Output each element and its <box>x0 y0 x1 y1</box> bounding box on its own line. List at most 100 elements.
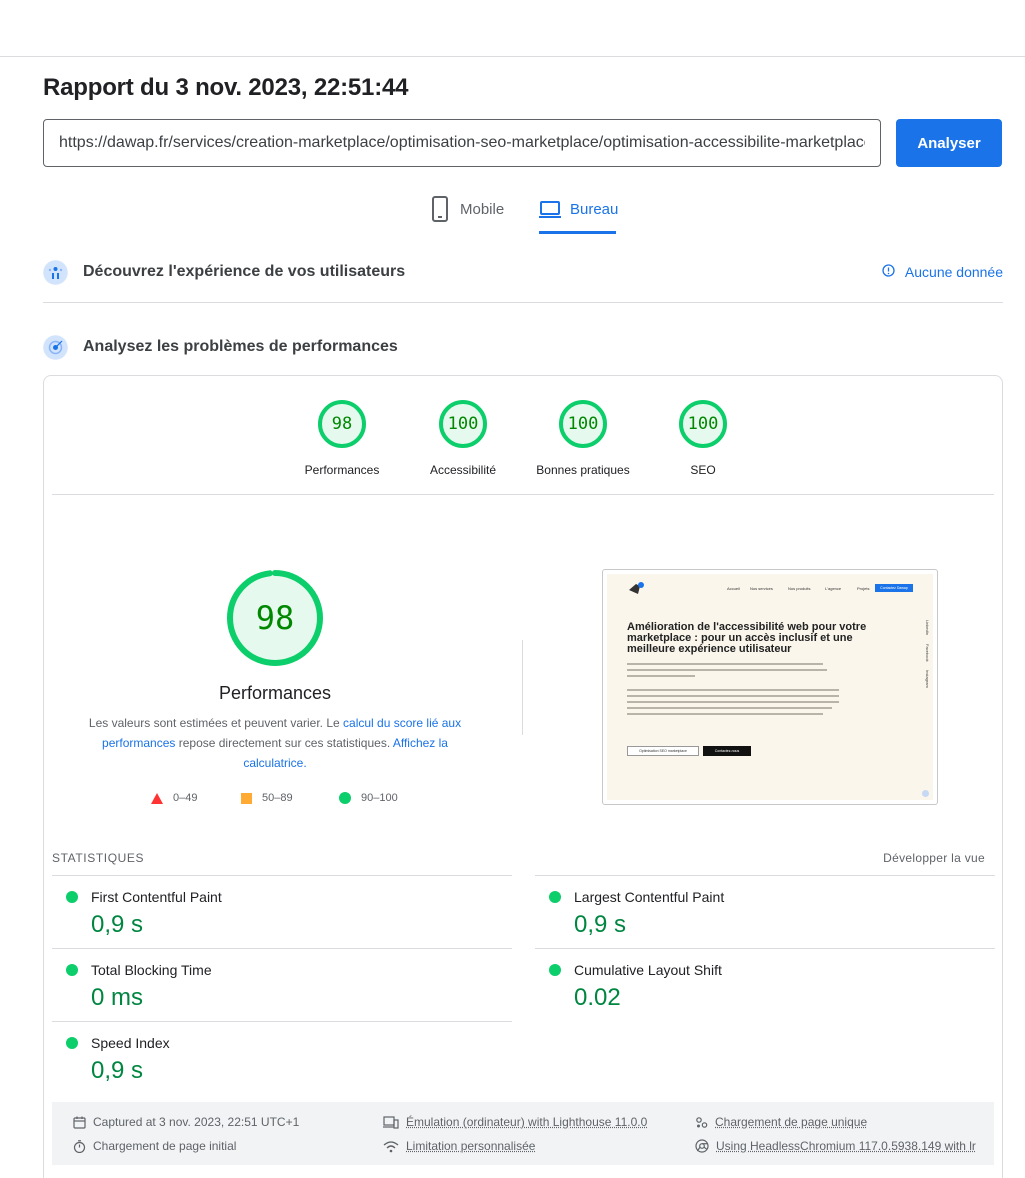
gauge-performance-label: Performances <box>282 463 402 477</box>
tab-mobile[interactable]: Mobile <box>429 196 504 234</box>
runtime-emulation[interactable]: Émulation (ordinateur) with Lighthouse 1… <box>383 1115 647 1129</box>
tab-desktop-label: Bureau <box>570 201 618 218</box>
legend-fail: 0–49 <box>151 792 197 804</box>
captured-label: Captured at 3 nov. 2023, 22:51 UTC+1 <box>93 1115 299 1129</box>
phone-icon <box>429 196 451 222</box>
gauge-seo[interactable]: 100 SEO <box>643 400 763 477</box>
browser-label: Using HeadlessChromium 117.0.5938.149 wi… <box>716 1139 976 1153</box>
legend-average-label: 50–89 <box>262 792 293 804</box>
divider <box>522 640 523 735</box>
legend-fail-label: 0–49 <box>173 792 197 804</box>
preview-text-line <box>627 675 695 677</box>
signal-icon <box>383 1140 399 1153</box>
square-icon <box>241 793 252 804</box>
metric-name: Largest Contentful Paint <box>574 889 724 905</box>
screenshot-page: Accueil Nos services Nos produits L'agen… <box>607 574 933 800</box>
runtime-single-load[interactable]: Chargement de page unique <box>695 1115 867 1129</box>
runtime-initial-load: Chargement de page initial <box>73 1139 236 1153</box>
legend-average: 50–89 <box>241 792 293 804</box>
runtime-captured: Captured at 3 nov. 2023, 22:51 UTC+1 <box>73 1115 299 1129</box>
timer-icon <box>73 1140 86 1153</box>
metric-lcp: Largest Contentful Paint 0,9 s <box>535 875 995 948</box>
pass-icon <box>66 964 78 976</box>
preview-nav-item: Accueil <box>727 586 740 591</box>
preview-social-link: Instagram <box>925 670 930 688</box>
pass-icon <box>66 1037 78 1049</box>
metric-name: Cumulative Layout Shift <box>574 962 722 978</box>
metric-name: Total Blocking Time <box>91 962 212 978</box>
url-input[interactable] <box>43 119 881 167</box>
gauge-accessibility-label: Accessibilité <box>403 463 523 477</box>
legend-pass-label: 90–100 <box>361 792 398 804</box>
final-screenshot[interactable]: Accueil Nos services Nos produits L'agen… <box>602 569 938 805</box>
diagnose-title: Analysez les problèmes de performances <box>83 338 398 356</box>
experience-section-header[interactable]: Découvrez l'expérience de vos utilisateu… <box>43 257 1003 287</box>
preview-text-line <box>627 689 839 691</box>
users-icon <box>43 260 68 285</box>
metric-name: Speed Index <box>91 1035 170 1051</box>
metric-value: 0,9 s <box>574 911 626 939</box>
metric-value: 0.02 <box>574 984 621 1012</box>
preview-nav-item: L'agence <box>825 586 841 591</box>
gauge-best-practices-label: Bonnes pratiques <box>523 463 643 477</box>
preview-headline: Amélioration de l'accessibilité web pour… <box>627 622 897 655</box>
performance-description: Les valeurs sont estimées et peuvent var… <box>80 713 470 773</box>
metric-value: 0,9 s <box>91 911 143 939</box>
diagnose-icon <box>43 335 68 360</box>
site-logo-icon <box>627 580 647 596</box>
preview-text-line <box>627 707 832 709</box>
pass-icon <box>66 891 78 903</box>
people-icon <box>695 1116 708 1129</box>
metrics-title: STATISTIQUES <box>52 851 144 865</box>
preview-cta: Contactez Dawap <box>875 584 913 592</box>
no-data-label: Aucune donnée <box>905 264 1003 280</box>
gauge-best-practices-score: 100 <box>559 400 607 448</box>
tab-desktop[interactable]: Bureau <box>539 196 616 234</box>
laptop-icon <box>539 196 561 222</box>
performance-heading: Performances <box>175 683 375 704</box>
expand-view-toggle[interactable]: Développer la vue <box>883 851 985 865</box>
gauge-best-practices[interactable]: 100 Bonnes pratiques <box>523 400 643 477</box>
preview-text-line <box>627 713 823 715</box>
triangle-icon <box>151 793 163 804</box>
gauge-seo-score: 100 <box>679 400 727 448</box>
desc-text-2: repose directement sur ces statistiques. <box>175 736 392 750</box>
initial-load-label: Chargement de page initial <box>93 1139 236 1153</box>
divider <box>43 302 1003 303</box>
experience-title: Découvrez l'expérience de vos utilisateu… <box>83 263 405 281</box>
analyze-button[interactable]: Analyser <box>896 119 1002 167</box>
runtime-browser[interactable]: Using HeadlessChromium 117.0.5938.149 wi… <box>695 1139 976 1153</box>
gauge-performance[interactable]: 98 Performances <box>282 400 402 477</box>
pass-icon <box>549 891 561 903</box>
report-title: Rapport du 3 nov. 2023, 22:51:44 <box>43 74 408 102</box>
gauge-accessibility-score: 100 <box>439 400 487 448</box>
calendar-icon <box>73 1116 86 1129</box>
tab-mobile-label: Mobile <box>460 201 504 218</box>
metric-value: 0,9 s <box>91 1057 143 1085</box>
gauge-seo-label: SEO <box>643 463 763 477</box>
preview-nav-item: Projets <box>857 586 869 591</box>
single-load-label: Chargement de page unique <box>715 1115 867 1129</box>
gauge-accessibility[interactable]: 100 Accessibilité <box>403 400 523 477</box>
no-data-link[interactable]: Aucune donnée <box>882 264 1003 280</box>
chat-bubble-icon <box>922 790 929 797</box>
runtime-throttling[interactable]: Limitation personnalisée <box>383 1139 535 1153</box>
info-icon <box>882 264 895 280</box>
metric-si: Speed Index 0,9 s <box>52 1021 512 1094</box>
diagnose-section-header[interactable]: Analysez les problèmes de performances <box>43 332 1003 362</box>
preview-nav-item: Nos produits <box>788 586 810 591</box>
preview-text-line <box>627 695 839 697</box>
divider <box>52 494 994 495</box>
metric-fcp: First Contentful Paint 0,9 s <box>52 875 512 948</box>
throttling-label: Limitation personnalisée <box>406 1139 535 1153</box>
preview-social-link: LinkedIn <box>925 620 930 635</box>
devices-icon <box>383 1116 399 1129</box>
metric-cls: Cumulative Layout Shift 0.02 <box>535 948 995 1021</box>
emulation-label: Émulation (ordinateur) with Lighthouse 1… <box>406 1115 647 1129</box>
pass-icon <box>549 964 561 976</box>
preview-button: Optimisation SEO marketplace <box>627 746 699 756</box>
runtime-settings: Captured at 3 nov. 2023, 22:51 UTC+1 Ému… <box>52 1102 994 1165</box>
desc-text-1: Les valeurs sont estimées et peuvent var… <box>89 716 343 730</box>
preview-button: Contactez-nous <box>703 746 751 756</box>
preview-social-link: Facebook <box>925 644 930 662</box>
